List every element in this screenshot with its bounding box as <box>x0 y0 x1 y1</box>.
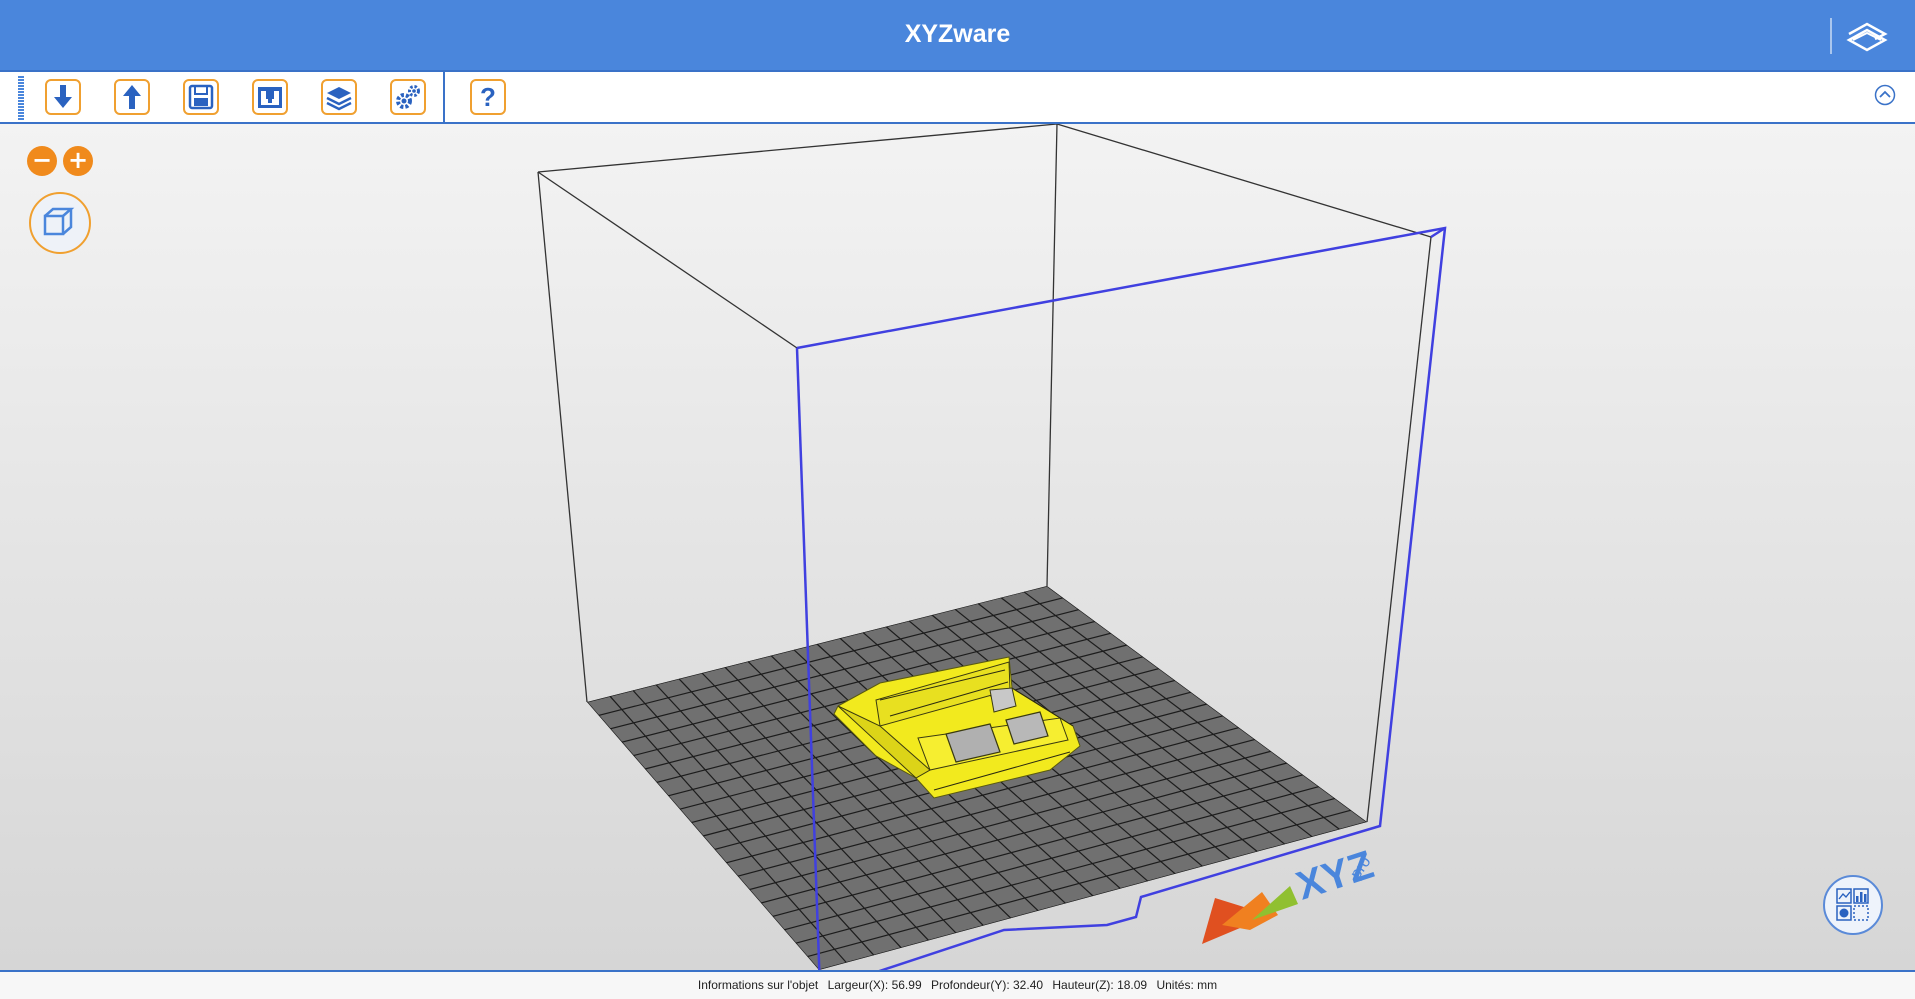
arrow-up-icon <box>123 85 141 109</box>
print-button[interactable] <box>252 79 288 115</box>
chart-panel-icon <box>1836 888 1869 921</box>
import-button[interactable] <box>45 79 81 115</box>
object-units: Unités: mm <box>1156 978 1218 992</box>
cube-icon <box>43 207 75 236</box>
floppy-disk-icon <box>188 84 214 110</box>
zoom-in-button[interactable]: + <box>63 146 93 176</box>
printer-icon <box>258 87 282 108</box>
status-bar: Informations sur l'objet Largeur(X): 56.… <box>0 970 1915 999</box>
app-title: XYZware <box>904 20 1011 48</box>
view-cube-button[interactable] <box>29 192 91 254</box>
toolbar-grip[interactable] <box>18 76 24 120</box>
main-toolbar: ? <box>0 70 1915 124</box>
toolbar-separator <box>443 72 445 122</box>
xyzware-window: XYZware ? XYZ pro − + Informations sur l… <box>0 0 1915 999</box>
arrow-down-icon <box>54 85 72 108</box>
object-info-label: Informations sur l'objet <box>697 978 819 992</box>
build-volume-scene: XYZ pro <box>537 124 1447 970</box>
save-button[interactable] <box>183 79 219 115</box>
layers-logo-icon[interactable] <box>1845 18 1889 54</box>
zoom-out-button[interactable]: − <box>27 146 57 176</box>
title-separator <box>1830 18 1832 54</box>
layers-icon <box>326 87 352 111</box>
3d-viewport[interactable]: XYZ pro − + <box>0 124 1915 970</box>
stats-panel-button[interactable] <box>1823 875 1883 935</box>
title-bar: XYZware <box>0 0 1915 70</box>
object-depth: Profondeur(Y): 32.40 <box>930 978 1044 992</box>
export-button[interactable] <box>114 79 150 115</box>
help-button[interactable]: ? <box>470 79 506 115</box>
settings-button[interactable] <box>390 79 426 115</box>
object-height: Hauteur(Z): 18.09 <box>1052 978 1148 992</box>
chevron-up-circle-icon[interactable] <box>1874 84 1896 106</box>
object-width: Largeur(X): 56.99 <box>827 978 922 992</box>
gears-icon <box>396 85 420 109</box>
layers-button[interactable] <box>321 79 357 115</box>
